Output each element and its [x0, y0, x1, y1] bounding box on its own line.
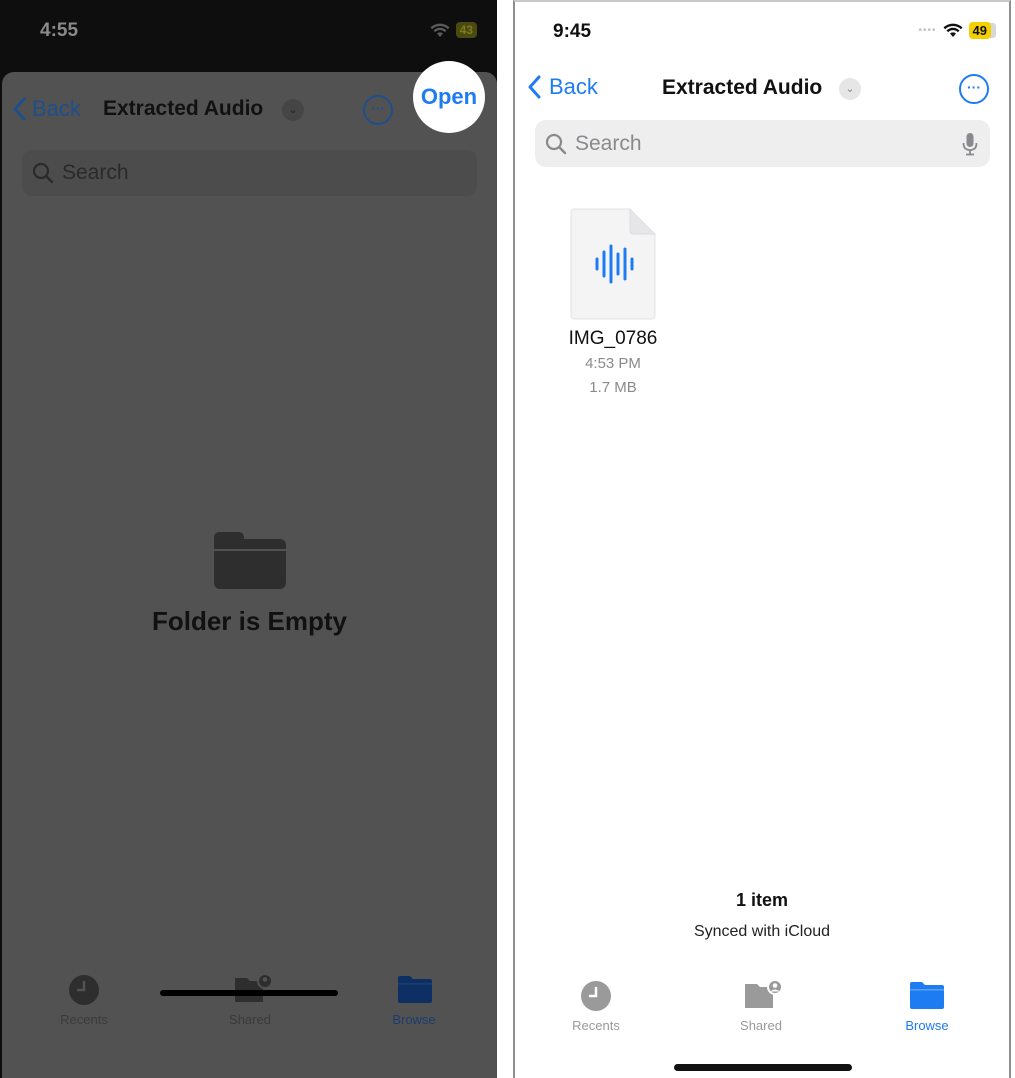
file-time: 4:53 PM: [585, 355, 641, 372]
home-indicator[interactable]: [160, 990, 338, 996]
panel-divider: [497, 0, 513, 1078]
tab-label: Shared: [229, 1012, 271, 1027]
search-placeholder: Search: [575, 131, 642, 155]
file-size: 1.7 MB: [589, 379, 637, 396]
back-button[interactable]: Back: [12, 96, 81, 122]
clock-icon: [578, 980, 614, 1012]
search-field[interactable]: Search: [22, 150, 477, 196]
open-button[interactable]: Open: [421, 84, 477, 110]
status-time: 9:45: [553, 21, 592, 42]
item-count: 1 item: [735, 890, 789, 910]
chevron-down-icon[interactable]: ⌄: [282, 99, 304, 121]
wifi-icon: [943, 23, 963, 37]
more-options-button[interactable]: ···: [363, 95, 393, 125]
audio-file-icon: [570, 208, 656, 320]
tab-shared[interactable]: Shared: [200, 973, 300, 1027]
tab-label: Browse: [905, 1018, 949, 1033]
tab-label: Shared: [740, 1018, 782, 1033]
back-button[interactable]: Back: [527, 74, 598, 100]
status-time: 4:55: [40, 20, 79, 41]
chevron-left-icon: [13, 97, 26, 121]
home-indicator[interactable]: [674, 1064, 852, 1071]
clock-icon: [67, 974, 101, 1006]
folder-title[interactable]: Extracted Audio: [662, 76, 822, 100]
tab-recents[interactable]: Recents: [34, 974, 134, 1027]
tab-browse[interactable]: Browse: [364, 974, 464, 1027]
tab-label: Recents: [60, 1012, 108, 1027]
ellipsis-icon: ···: [371, 100, 385, 116]
tab-bar: Recents Shared Browse: [515, 979, 1009, 1040]
battery-indicator: 49: [968, 22, 991, 39]
microphone-icon[interactable]: [962, 132, 978, 156]
empty-state: Folder is Empty: [2, 532, 497, 637]
battery-indicator: 43: [455, 22, 477, 38]
tab-label: Browse: [392, 1012, 436, 1027]
file-item[interactable]: IMG_0786 4:53 PM 1.7 MB: [555, 208, 671, 398]
tab-browse[interactable]: Browse: [877, 980, 977, 1033]
folder-icon: [213, 532, 286, 589]
files-sheet: Back Extracted Audio ⌄ ··· Open Search F…: [2, 61, 497, 1078]
folder-summary: 1 item Synced with iCloud: [515, 890, 1009, 941]
chevron-down-icon[interactable]: ⌄: [839, 78, 861, 100]
tab-bar: Recents Shared Browse: [2, 973, 497, 1034]
tab-label: Recents: [572, 1018, 620, 1033]
left-screenshot-panel: 4:55 43 Back Extracted Audio ⌄ ··· Open: [0, 0, 497, 1078]
search-icon: [545, 133, 567, 154]
status-indicators: •••• 49: [919, 22, 991, 39]
signal-dots-icon: ••••: [918, 25, 937, 36]
sync-status: Synced with iCloud: [693, 923, 831, 940]
search-placeholder: Search: [62, 161, 129, 184]
search-field[interactable]: Search: [535, 120, 990, 167]
ellipsis-icon: ···: [967, 79, 981, 95]
empty-message: Folder is Empty: [151, 606, 348, 636]
folder-icon: [397, 974, 432, 1006]
tab-recents[interactable]: Recents: [546, 980, 646, 1033]
tab-shared[interactable]: Shared: [711, 979, 811, 1033]
right-screenshot-panel: 9:45 •••• 49 Back Extracted Audio ⌄ ··· …: [513, 0, 1011, 1078]
chevron-left-icon: [528, 75, 541, 99]
more-options-button[interactable]: ···: [959, 74, 989, 104]
wifi-icon: [430, 23, 450, 37]
file-name: IMG_0786: [568, 328, 658, 349]
shared-folder-icon: [743, 979, 783, 1012]
folder-title[interactable]: Extracted Audio: [103, 97, 263, 121]
status-indicators: 43: [430, 22, 477, 38]
nav-bar: Back Extracted Audio ⌄ ··· Open: [2, 61, 497, 133]
folder-icon: [909, 980, 945, 1012]
back-label: Back: [549, 74, 598, 99]
search-icon: [32, 162, 54, 184]
back-label: Back: [32, 96, 81, 121]
open-highlight: Open: [413, 61, 485, 133]
